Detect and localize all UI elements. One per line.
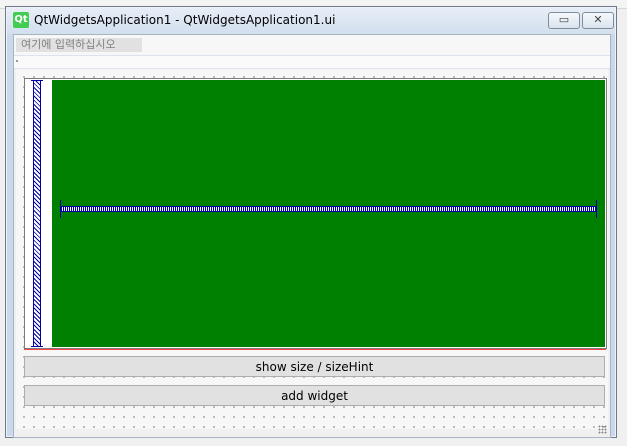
close-button[interactable]: ✕ bbox=[582, 12, 614, 29]
close-icon: ✕ bbox=[593, 13, 603, 26]
green-widget[interactable] bbox=[24, 78, 607, 349]
designer-window: Qt QtWidgetsApplication1 - QtWidgetsAppl… bbox=[5, 6, 617, 438]
resize-grip-icon[interactable] bbox=[598, 425, 607, 434]
menu-placeholder-input[interactable]: 여기에 입력하십시오 bbox=[16, 38, 142, 52]
add-widget-button[interactable]: add widget bbox=[24, 385, 605, 406]
show-size-button[interactable]: show size / sizeHint bbox=[24, 356, 605, 377]
window-title: QtWidgetsApplication1 - QtWidgetsApplica… bbox=[34, 13, 336, 27]
minimize-icon: ▭ bbox=[558, 13, 570, 26]
toolbar-area bbox=[14, 56, 610, 69]
form-client-area: 여기에 입력하십시오 show size / sizeHint add widg… bbox=[13, 34, 611, 438]
central-widget: show size / sizeHint add widget bbox=[16, 69, 608, 429]
menu-bar: 여기에 입력하십시오 bbox=[14, 35, 610, 56]
layout-boundary-line bbox=[24, 349, 606, 350]
toolbar-grip-icon bbox=[16, 60, 18, 62]
qt-logo-icon: Qt bbox=[13, 12, 29, 28]
vertical-spacer[interactable] bbox=[31, 80, 43, 347]
window-titlebar: Qt QtWidgetsApplication1 - QtWidgetsAppl… bbox=[7, 8, 615, 34]
horizontal-spacer[interactable] bbox=[60, 200, 597, 218]
green-fill-area bbox=[52, 80, 605, 347]
minimize-button[interactable]: ▭ bbox=[548, 12, 580, 29]
